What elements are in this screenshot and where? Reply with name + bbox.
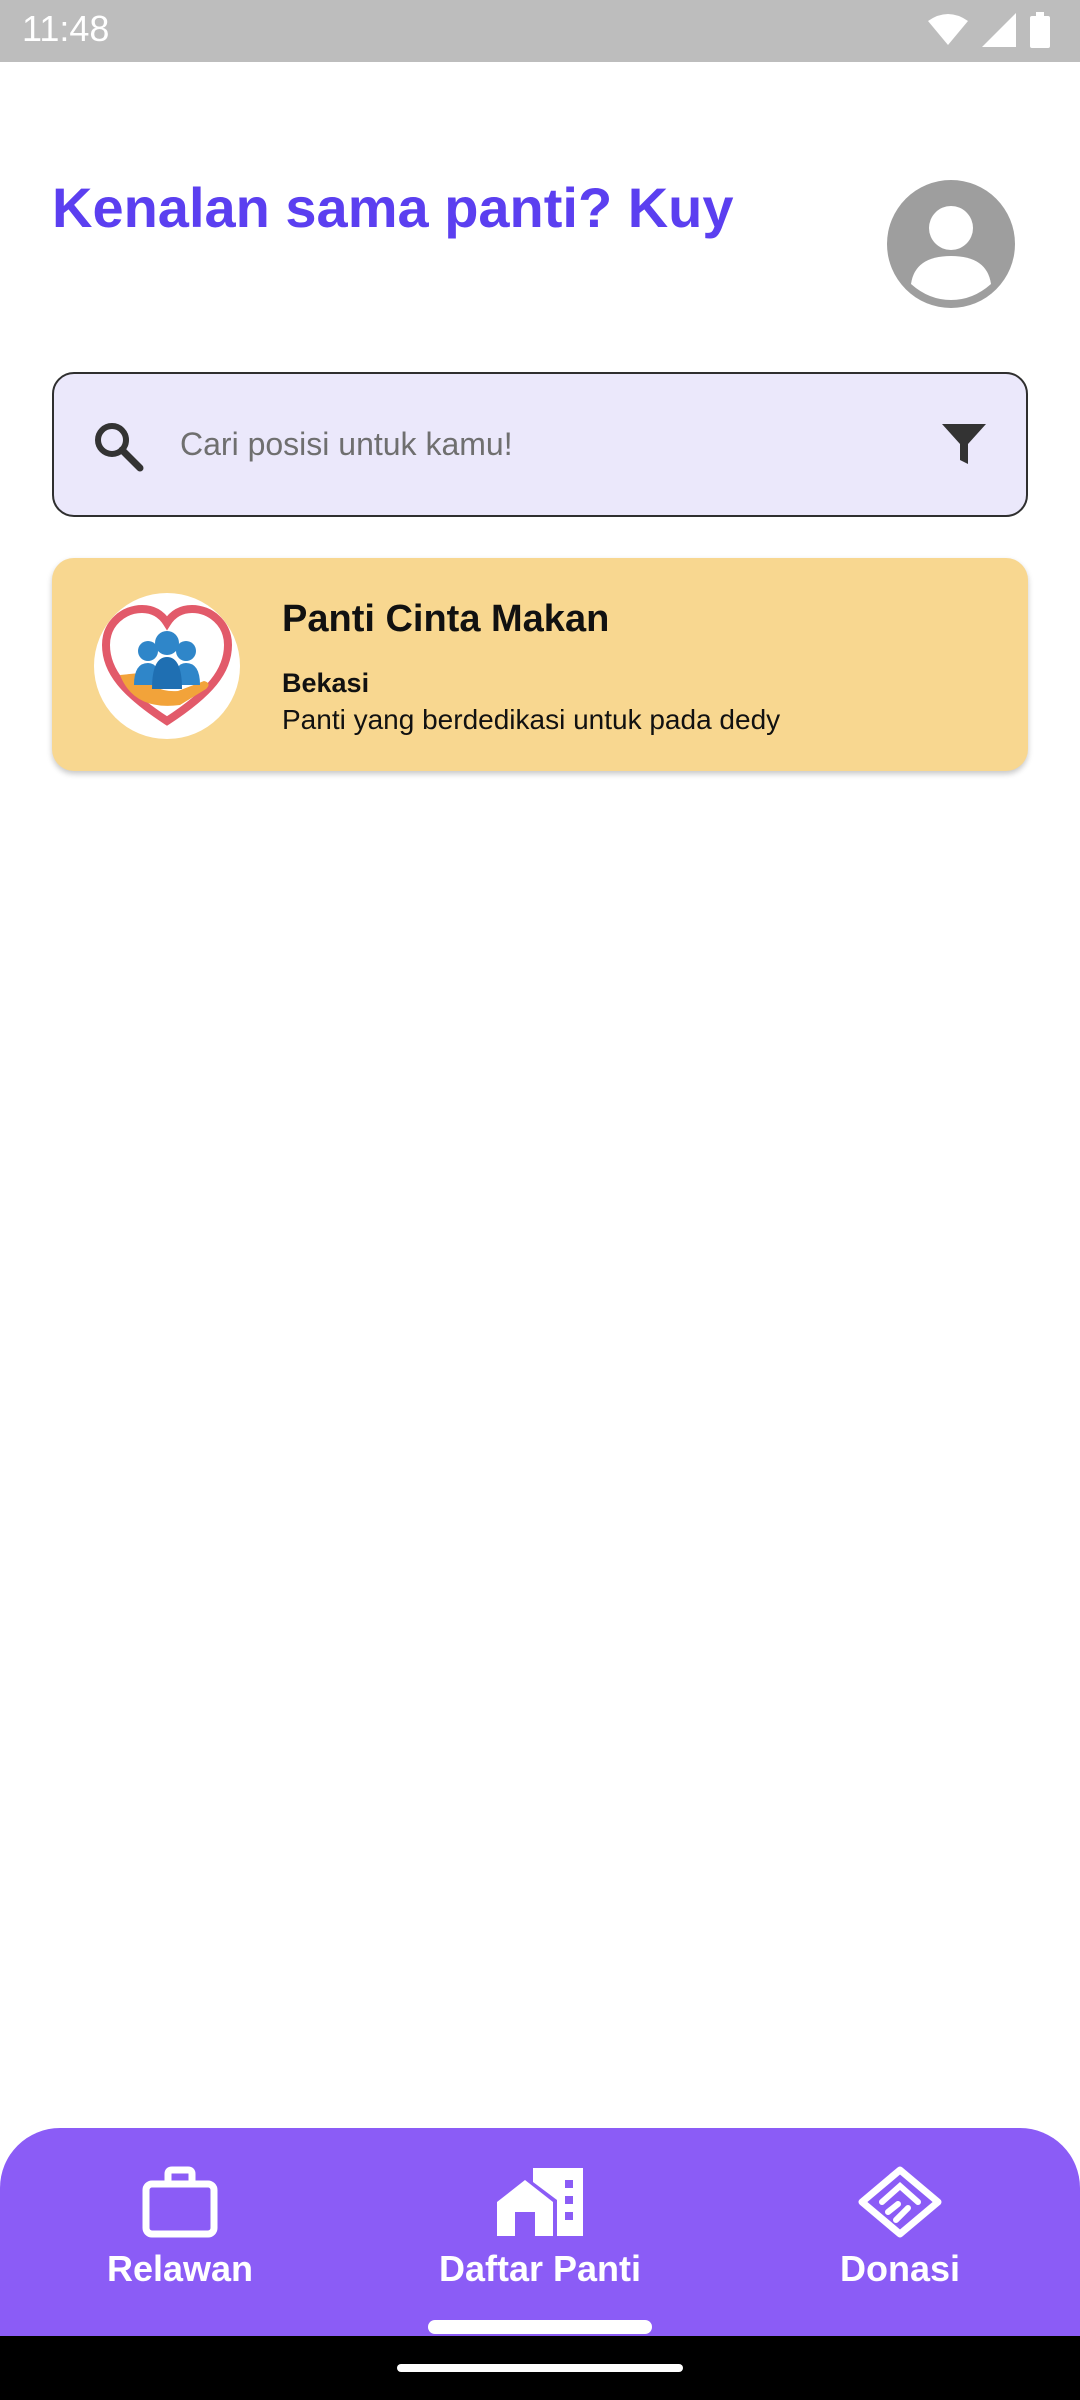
- bottom-navigation: Relawan Daftar Panti Donasi: [0, 2128, 1080, 2336]
- panti-logo-icon: [101, 604, 233, 726]
- panti-description: Panti yang berdedikasi untuk pada dedy: [282, 704, 781, 735]
- home-gesture-handle[interactable]: [397, 2364, 683, 2372]
- panti-location: Bekasi: [282, 668, 370, 698]
- nav-item-relawan[interactable]: Relawan: [30, 2166, 330, 2326]
- briefcase-icon: [142, 2166, 218, 2238]
- handshake-icon: [858, 2166, 942, 2238]
- avatar[interactable]: [887, 180, 1015, 308]
- nav-item-donasi[interactable]: Donasi: [750, 2166, 1050, 2326]
- search-input[interactable]: Cari posisi untuk kamu!: [180, 426, 513, 463]
- battery-icon: [1030, 12, 1050, 48]
- search-icon: [95, 423, 144, 472]
- search-bar[interactable]: Cari posisi untuk kamu!: [52, 372, 1028, 517]
- account-circle-icon: [887, 180, 1015, 308]
- status-bar: 11:48: [0, 0, 1080, 62]
- filter-icon[interactable]: [938, 418, 990, 470]
- active-tab-indicator: [428, 2320, 652, 2334]
- nav-label-relawan: Relawan: [106, 2248, 254, 2289]
- page-title: Kenalan sama panti? Kuy: [52, 176, 734, 239]
- panti-logo: [94, 593, 240, 739]
- status-icons: [928, 12, 1050, 48]
- nav-item-daftar-panti[interactable]: Daftar Panti: [390, 2166, 690, 2326]
- panti-name: Panti Cinta Makan: [282, 598, 610, 640]
- system-navigation-bar: [0, 2336, 1080, 2400]
- status-time: 11:48: [22, 8, 110, 49]
- nav-label-daftar-panti: Daftar Panti: [438, 2248, 642, 2289]
- signal-icon: [982, 13, 1016, 47]
- wifi-icon: [928, 14, 968, 45]
- house-icon: [497, 2168, 583, 2236]
- panti-card[interactable]: Panti Cinta Makan Bekasi Panti yang berd…: [52, 558, 1028, 771]
- nav-label-donasi: Donasi: [839, 2248, 961, 2289]
